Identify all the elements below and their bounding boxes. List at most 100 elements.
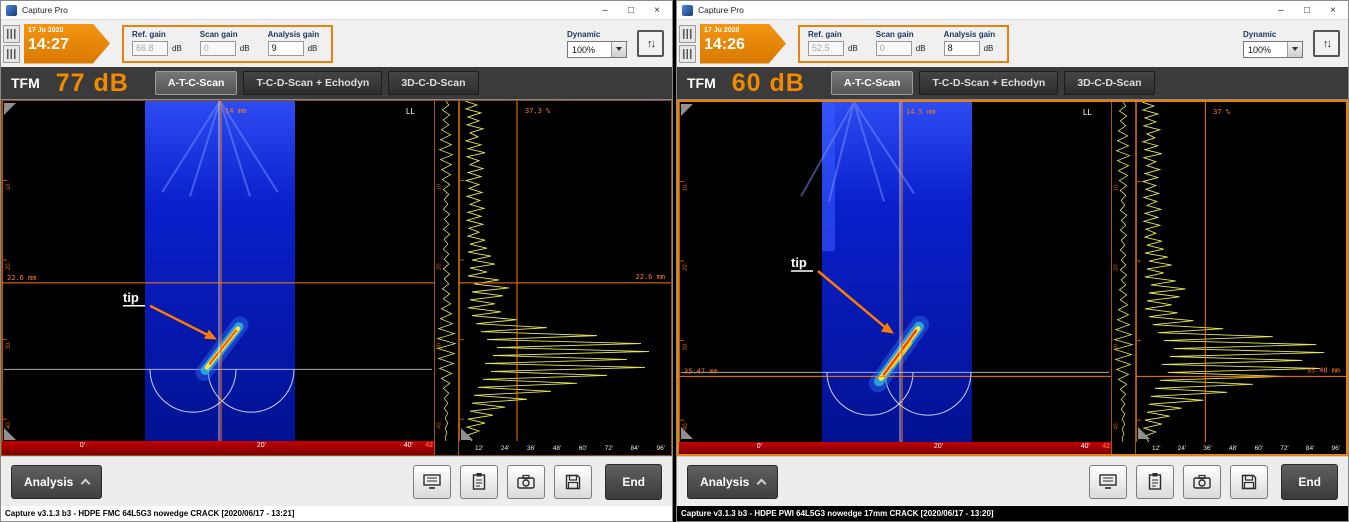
capture-window-left: Capture Pro – □ × 17 Ju 2020 14:27 Ref. … <box>0 0 673 522</box>
snapshot-button[interactable] <box>1183 464 1222 499</box>
analysis-button-label: Analysis <box>700 474 750 489</box>
corner-handle-icon[interactable] <box>681 104 693 116</box>
sliders-icon <box>683 28 692 39</box>
axis-tick: 84' <box>1305 444 1315 452</box>
depth-tick-label: 20. <box>683 262 689 271</box>
corner-handle-icon[interactable] <box>4 428 16 440</box>
dropdown-arrow-button[interactable] <box>611 41 626 57</box>
corner-handle-icon[interactable] <box>1138 427 1150 439</box>
status-text: Capture v3.1.3 b3 - HDPE FMC 64L5G3 nowe… <box>5 509 295 518</box>
dynamic-select[interactable]: 100% <box>567 40 627 58</box>
screen-layout-button[interactable] <box>413 464 452 499</box>
sliders-icon-button-2[interactable] <box>3 44 20 63</box>
tab-tcd-scan-echodyn[interactable]: T-C-D-Scan + Echodyn <box>919 71 1059 95</box>
report-button[interactable] <box>1136 464 1175 499</box>
axis-tick: 84' <box>630 444 640 452</box>
close-button[interactable]: × <box>1320 1 1346 20</box>
tfm-image[interactable]: 10. 20. 30. 40. 14.5 mm 35.47 mm LL tip <box>679 102 1111 442</box>
analysis-button[interactable]: Analysis <box>687 464 779 499</box>
end-button[interactable]: End <box>605 463 662 500</box>
depth-tick-label: 30. <box>683 342 689 351</box>
app-icon <box>6 4 17 16</box>
corner-handle-icon[interactable] <box>4 103 16 115</box>
tab-atc-scan[interactable]: A-T-C-Scan <box>154 71 238 95</box>
time-label: 14:27 <box>28 35 69 53</box>
analysis-gain-input[interactable] <box>943 40 980 56</box>
scan-gain-input[interactable] <box>875 40 912 56</box>
amplitude-panel[interactable]: 37.3 % 22.6 mm <box>459 101 671 441</box>
ref-gain-input[interactable] <box>132 40 168 56</box>
tab-3dcd-scan[interactable]: 3D-C-D-Scan <box>388 71 479 95</box>
amplitude-axis: 12' 24' 36' 48' 60' 72' 84' 96' <box>459 441 671 455</box>
report-button[interactable] <box>460 464 499 499</box>
amplitude-label: 37 % <box>1213 108 1230 116</box>
depth-tick-label: 10. <box>6 182 12 191</box>
ascan-strip[interactable]: 10. 20. 30. 40. <box>1112 102 1135 442</box>
wave-mode-label: LL <box>1083 108 1092 117</box>
scan-area: 10. 20. 30. 40. 14.5 mm 35.47 mm LL tip <box>677 100 1348 456</box>
title-bar[interactable]: Capture Pro – □ × <box>1 1 672 20</box>
sliders-icon-button-2[interactable] <box>679 44 696 63</box>
capture-window-right: Capture Pro – □ × 17 Ju 2020 14:26 Ref. … <box>676 0 1349 522</box>
updown-arrows-button[interactable]: ↑↓ <box>637 30 664 57</box>
datetime-banner: 17 Ju 2020 14:27 <box>24 23 110 64</box>
chevron-down-icon <box>1292 47 1298 51</box>
axis-tick: 60' <box>1254 444 1264 452</box>
bottom-bar: Analysis End <box>677 456 1348 506</box>
analysis-gain-input[interactable] <box>267 40 304 56</box>
corner-handle-icon[interactable] <box>681 427 693 439</box>
sliders-icon-button[interactable] <box>3 24 20 43</box>
save-icon <box>1242 474 1257 489</box>
ref-gain-input[interactable] <box>808 40 844 56</box>
tfm-image[interactable]: 10. 20. 30. 40. 14 mm 22.6 mm LL tip <box>2 101 434 441</box>
snapshot-button[interactable] <box>507 464 546 499</box>
amplitude-panel[interactable]: 37 % 35.48 mm <box>1136 102 1346 442</box>
mode-header: TFM 77 dB A-T-C-Scan T-C-D-Scan + Echody… <box>1 67 672 100</box>
scan-tabs: A-T-C-Scan T-C-D-Scan + Echodyn 3D-C-D-S… <box>154 71 479 95</box>
tip-annotation: tip <box>123 290 139 305</box>
dynamic-value: 100% <box>572 44 596 55</box>
axis-tick: 36' <box>1203 444 1212 452</box>
x-tick: 0' <box>756 443 762 450</box>
tfm-plot-column: 10. 20. 30. 40. 14.5 mm 35.47 mm LL tip <box>679 102 1111 454</box>
amplitude-label: 37.3 % <box>525 107 551 115</box>
ref-gain-label: Ref. gain <box>808 29 842 39</box>
tab-atc-scan[interactable]: A-T-C-Scan <box>830 71 914 95</box>
bottom-bar: Analysis End <box>1 456 672 506</box>
minimize-button[interactable]: – <box>1268 1 1294 20</box>
side-depth-label: 22.6 mm <box>636 273 665 281</box>
datetime-banner: 17 Ju 2020 14:26 <box>700 23 786 64</box>
side-depth-label: 35.48 mm <box>1307 366 1340 374</box>
date-label: 17 Ju 2020 <box>704 26 740 34</box>
analysis-button-label: Analysis <box>24 474 74 489</box>
close-button[interactable]: × <box>644 1 670 20</box>
analysis-gain-unit: dB <box>307 43 318 53</box>
scan-gain-input[interactable] <box>199 40 236 56</box>
analysis-button[interactable]: Analysis <box>11 464 103 499</box>
save-button[interactable] <box>554 464 593 499</box>
updown-arrows-button[interactable]: ↑↓ <box>1313 30 1340 57</box>
ascan-strip[interactable]: 10. 20. 30. 40. <box>435 101 458 441</box>
dynamic-select[interactable]: 100% <box>1243 40 1303 58</box>
axis-tick: 12' <box>1152 444 1161 452</box>
corner-handle-icon[interactable] <box>461 428 473 440</box>
dropdown-arrow-button[interactable] <box>1287 41 1302 57</box>
scan-gain-unit: dB <box>915 43 926 53</box>
title-bar[interactable]: Capture Pro – □ × <box>677 1 1348 20</box>
scan-tabs: A-T-C-Scan T-C-D-Scan + Echodyn 3D-C-D-S… <box>830 71 1155 95</box>
minimize-button[interactable]: – <box>592 1 618 20</box>
maximize-button[interactable]: □ <box>618 1 644 20</box>
mode-label: TFM <box>687 75 716 91</box>
axis-tick: 24' <box>500 444 510 452</box>
sliders-icon-button[interactable] <box>679 24 696 43</box>
dynamic-label: Dynamic <box>1243 29 1277 39</box>
toolbar: 17 Ju 2020 14:26 Ref. gain dB Scan gain … <box>677 20 1348 67</box>
maximize-button[interactable]: □ <box>1294 1 1320 20</box>
depth-tick-label: 10. <box>437 182 443 191</box>
tab-tcd-scan-echodyn[interactable]: T-C-D-Scan + Echodyn <box>243 71 383 95</box>
x-axis-end-label: 42 <box>425 442 433 449</box>
screen-layout-button[interactable] <box>1089 464 1128 499</box>
save-button[interactable] <box>1230 464 1269 499</box>
tab-3dcd-scan[interactable]: 3D-C-D-Scan <box>1064 71 1155 95</box>
end-button[interactable]: End <box>1281 463 1338 500</box>
